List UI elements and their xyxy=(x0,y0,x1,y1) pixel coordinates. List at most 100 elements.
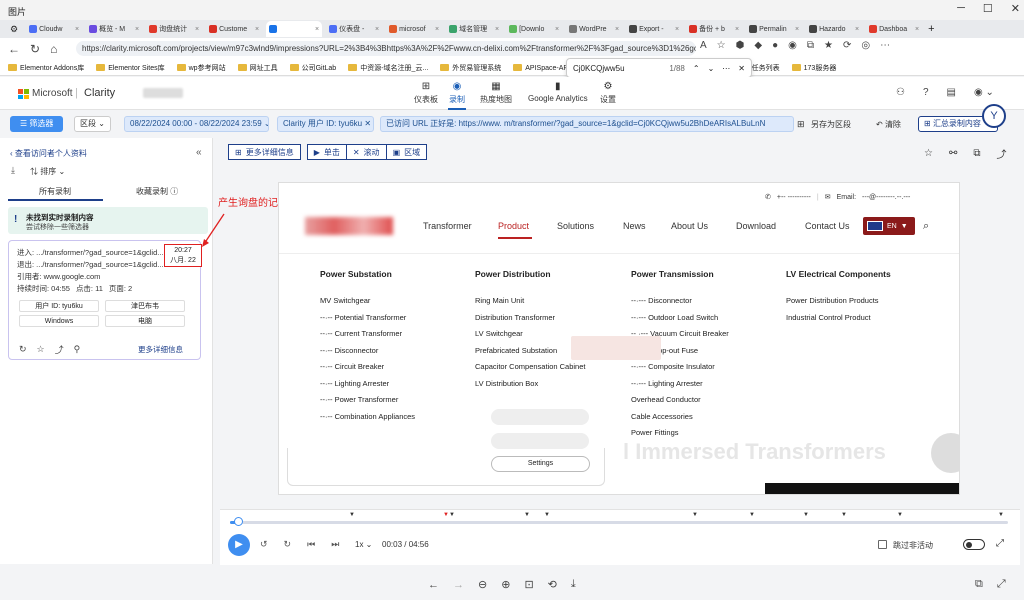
site-nav-item[interactable]: Transformer xyxy=(423,221,472,231)
collapse-panel-icon[interactable]: « xyxy=(196,147,202,158)
timeline-event-marker[interactable]: ▼ xyxy=(749,512,755,518)
language-selector[interactable]: EN ▼ xyxy=(863,217,915,235)
site-nav-item[interactable]: Product xyxy=(498,221,529,231)
bookmark-item[interactable]: wp参考网站 xyxy=(176,63,226,73)
tab-close-icon[interactable]: × xyxy=(375,26,379,33)
browser-tab[interactable]: WordPre × xyxy=(566,21,622,37)
bookmark-item[interactable]: 173服务器 xyxy=(791,63,836,73)
save-segment-link[interactable]: 另存为区段 xyxy=(811,119,851,130)
browser-tab[interactable]: × xyxy=(266,21,323,37)
next-image-icon[interactable]: → xyxy=(453,579,464,591)
tab-close-icon[interactable]: × xyxy=(855,26,859,33)
tab-favorite-recordings[interactable]: 收藏录制 ⓘ xyxy=(136,186,178,197)
date-range-pill[interactable]: 08/22/2024 00:00 - 08/22/2024 23:59 ⌄ xyxy=(124,116,269,132)
tab-close-icon[interactable]: × xyxy=(735,26,739,33)
play-button[interactable]: ▶ xyxy=(228,534,250,556)
toggle-switch[interactable] xyxy=(963,539,985,550)
clarity-menu-2[interactable]: ▦ 热度地图 xyxy=(480,81,512,105)
mega-menu-item[interactable]: Prefabricated Substation xyxy=(475,343,585,360)
mega-menu-item[interactable]: MV Switchgear xyxy=(320,293,415,310)
mega-menu-item[interactable]: --·-- Disconnector xyxy=(320,343,415,360)
site-search-icon[interactable]: ⌕ xyxy=(923,220,929,233)
user-id-pill[interactable]: Clarity 用户 ID: tyu6ku ✕ xyxy=(277,116,374,132)
tab-close-icon[interactable]: × xyxy=(915,26,919,33)
bookmark-item[interactable]: Elementor Addons库 xyxy=(8,63,84,73)
tab-actions-icon[interactable]: ⚙ xyxy=(10,24,18,35)
mega-menu-item[interactable]: --·-- Potential Transformer xyxy=(320,310,415,327)
copilot-avatar-icon[interactable]: Y xyxy=(982,104,1006,128)
fullscreen-icon[interactable]: ⤢ xyxy=(997,578,1006,591)
browser-tab[interactable]: 概览 - M × xyxy=(86,21,142,37)
timeline-event-marker[interactable]: ▼ xyxy=(524,512,530,518)
mega-menu-item[interactable]: Cable Accessories xyxy=(631,409,729,426)
mega-menu-item[interactable]: --·--- Composite Insulator xyxy=(631,359,729,376)
site-nav-item[interactable]: Solutions xyxy=(557,221,594,231)
browser-tab[interactable]: 备份 + b × xyxy=(686,21,742,37)
extension-icon[interactable]: ◆ xyxy=(754,40,762,51)
find-close-icon[interactable]: ✕ xyxy=(738,64,745,73)
site-nav-item[interactable]: Download xyxy=(736,221,776,231)
account-icon[interactable]: ◉ ⌄ xyxy=(974,87,994,98)
rewind-icon[interactable]: ↺ xyxy=(260,539,268,550)
mega-menu-item[interactable]: LV Switchgear xyxy=(475,326,585,343)
timeline-event-marker[interactable]: ▼ xyxy=(544,512,550,518)
browser-tab[interactable]: Dashboa × xyxy=(866,21,922,37)
browser-tab[interactable]: Export - × xyxy=(626,21,682,37)
site-nav-item[interactable]: About Us xyxy=(671,221,708,231)
timeline-event-marker[interactable]: ▼ xyxy=(449,512,455,518)
find-prev-icon[interactable]: ⌃ xyxy=(693,64,700,73)
tab-close-icon[interactable]: × xyxy=(675,26,679,33)
maximize-icon[interactable]: ☐ xyxy=(983,2,993,15)
skip-inactivity-checkbox[interactable] xyxy=(878,540,887,549)
clarity-menu-1[interactable]: ◉ 录制 xyxy=(448,81,466,110)
star-icon[interactable]: ☆ xyxy=(924,148,933,159)
tab-close-icon[interactable]: × xyxy=(495,26,499,33)
timeline-event-marker[interactable]: ▼ xyxy=(349,512,355,518)
browser-tab[interactable]: Permalin × xyxy=(746,21,802,37)
timeline-event-marker[interactable]: ▼ xyxy=(897,512,903,518)
refresh-icon[interactable]: ↻ xyxy=(30,42,40,56)
extension-icon[interactable]: ◉ xyxy=(788,40,797,51)
mega-menu-item[interactable]: Overhead Conductor xyxy=(631,392,729,409)
tab-close-icon[interactable]: × xyxy=(75,26,79,33)
mega-menu-item[interactable]: Power Distribution Products xyxy=(786,293,891,310)
document-icon[interactable]: ▤ xyxy=(947,87,956,98)
home-icon[interactable]: ⌂ xyxy=(50,42,57,56)
clear-link[interactable]: ↶ 清除 xyxy=(876,119,901,130)
tab-close-icon[interactable]: × xyxy=(615,26,619,33)
bookmark-item[interactable]: Elementor Sites库 xyxy=(96,63,165,73)
share-icon[interactable]: ⤴ xyxy=(997,146,1007,161)
mega-menu-item[interactable]: Ring Main Unit xyxy=(475,293,585,310)
tab-close-icon[interactable]: × xyxy=(555,26,559,33)
forward-icon[interactable]: ↻ xyxy=(284,539,292,550)
actual-size-icon[interactable]: ⊡ xyxy=(524,578,533,591)
zoom-out-icon[interactable]: ⊖ xyxy=(478,578,487,591)
collections-icon[interactable]: ⧉ xyxy=(807,40,814,51)
timeline-event-marker[interactable]: ▼ xyxy=(692,512,698,518)
copy-icon[interactable]: ⧉ xyxy=(973,148,980,159)
bookmark-item[interactable]: 外贸易管理系统 xyxy=(440,63,501,73)
timeline-track[interactable] xyxy=(230,521,1008,524)
fullscreen-icon[interactable]: ⤢ xyxy=(996,538,1004,549)
fit-icon[interactable]: ⧉ xyxy=(975,578,983,591)
download-icon[interactable]: ⤓ xyxy=(11,165,15,176)
bookmark-item[interactable]: 公司GitLab xyxy=(289,63,336,73)
mega-menu-item[interactable]: Capacitor Compensation Cabinet xyxy=(475,359,585,376)
speed-dropdown[interactable]: 1x ⌄ xyxy=(355,540,372,549)
visited-url-pill[interactable]: 已访问 URL 正好是: https://www. m/transformer/… xyxy=(380,116,794,132)
browser-tab[interactable]: 仪表盘 - × xyxy=(326,21,382,37)
help-icon[interactable]: ? xyxy=(923,87,929,98)
next-icon[interactable]: ⏭ xyxy=(331,539,339,550)
people-icon[interactable]: ⚇ xyxy=(896,87,905,98)
favorite-icon[interactable]: ☆ xyxy=(717,40,726,51)
clarity-menu-4[interactable]: ⚙ 设置 xyxy=(600,81,616,105)
favorites-bar-icon[interactable]: ★ xyxy=(824,40,833,51)
browser-tab[interactable]: microsof × xyxy=(386,21,442,37)
tab-close-icon[interactable]: × xyxy=(315,26,319,33)
segment-dropdown[interactable]: 区段 ⌄ xyxy=(74,116,111,132)
save-segment-icon[interactable]: ⊞ xyxy=(797,119,805,130)
more-icon[interactable]: ⋯ xyxy=(880,40,890,51)
mega-menu-item[interactable]: --·-- Lighting Arrester xyxy=(320,376,415,393)
timeline-event-marker[interactable]: ▼ xyxy=(998,512,1004,518)
close-icon[interactable]: ✕ xyxy=(1011,2,1020,15)
